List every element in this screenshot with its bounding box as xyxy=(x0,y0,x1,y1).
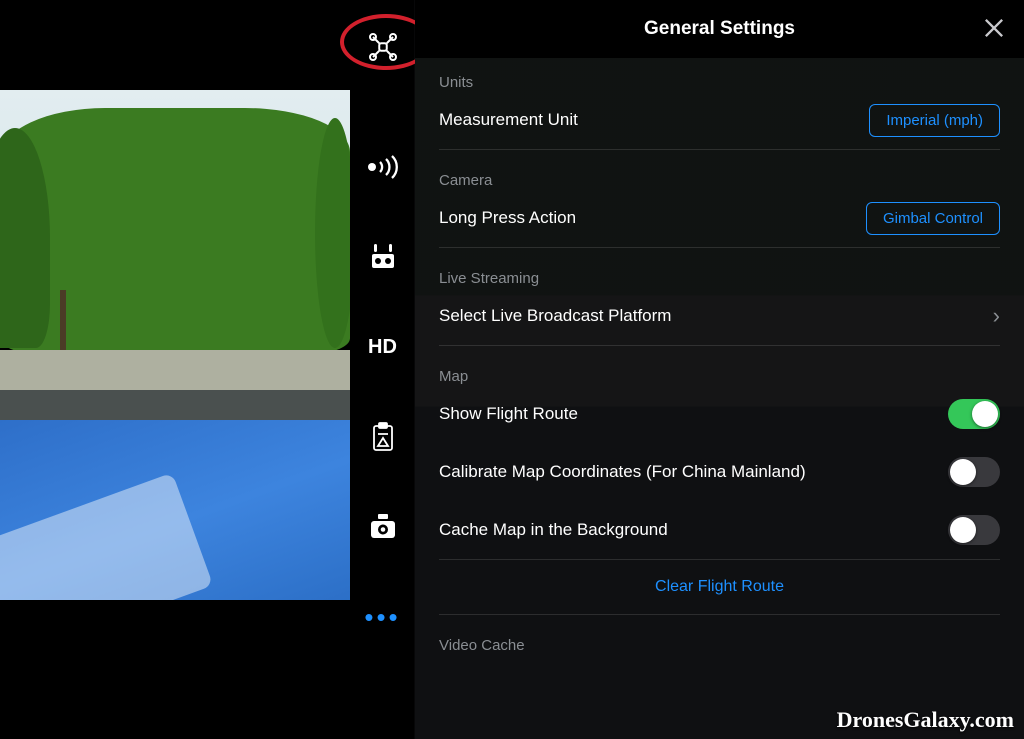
measurement-unit-row[interactable]: Measurement Unit Imperial (mph) xyxy=(415,91,1024,149)
watermark: DronesGalaxy.com xyxy=(837,707,1014,733)
settings-panel: General Settings Units Measurement Unit … xyxy=(415,0,1024,739)
battery-clipboard-icon[interactable] xyxy=(366,420,400,454)
chevron-right-icon: › xyxy=(993,303,1000,329)
camera-feed xyxy=(0,90,350,640)
panel-header: General Settings xyxy=(415,0,1024,58)
close-button[interactable] xyxy=(980,14,1010,44)
show-flight-route-row: Show Flight Route xyxy=(415,385,1024,443)
units-section-label: Units xyxy=(415,58,1024,91)
remote-controller-icon[interactable] xyxy=(366,240,400,274)
tree-trunk xyxy=(60,290,66,350)
app-root: HD ••• General Settings xyxy=(0,0,1024,739)
broadcast-platform-label: Select Live Broadcast Platform xyxy=(439,306,671,326)
show-flight-route-label: Show Flight Route xyxy=(439,404,578,424)
show-flight-route-toggle[interactable] xyxy=(948,399,1000,429)
long-press-row[interactable]: Long Press Action Gimbal Control xyxy=(415,189,1024,247)
feed-bottom-bar xyxy=(0,600,350,640)
camera-section-label: Camera xyxy=(415,150,1024,189)
settings-sidebar: HD ••• xyxy=(350,0,415,739)
cache-map-toggle[interactable] xyxy=(948,515,1000,545)
calibrate-map-label: Calibrate Map Coordinates (For China Mai… xyxy=(439,462,806,482)
toggle-knob xyxy=(972,401,998,427)
live-section-label: Live Streaming xyxy=(415,248,1024,287)
trees-area xyxy=(0,108,350,353)
hd-transmission-icon[interactable]: HD xyxy=(366,330,400,364)
long-press-label: Long Press Action xyxy=(439,208,576,228)
broadcast-platform-row[interactable]: Select Live Broadcast Platform › xyxy=(415,287,1024,345)
page-title: General Settings xyxy=(644,18,795,40)
calibrate-map-row: Calibrate Map Coordinates (For China Mai… xyxy=(415,443,1024,501)
gimbal-camera-icon[interactable] xyxy=(366,510,400,544)
shadow-area xyxy=(0,390,350,420)
video-cache-section-label: Video Cache xyxy=(415,615,1024,654)
measurement-unit-value-button[interactable]: Imperial (mph) xyxy=(869,104,1000,137)
cache-map-label: Cache Map in the Background xyxy=(439,520,668,540)
settings-list: Units Measurement Unit Imperial (mph) Ca… xyxy=(415,58,1024,739)
toggle-knob xyxy=(950,517,976,543)
cache-map-row: Cache Map in the Background xyxy=(415,501,1024,559)
map-section-label: Map xyxy=(415,346,1024,385)
signal-icon[interactable] xyxy=(366,150,400,184)
calibrate-map-toggle[interactable] xyxy=(948,457,1000,487)
clear-flight-route-button[interactable]: Clear Flight Route xyxy=(415,560,1024,614)
long-press-value-button[interactable]: Gimbal Control xyxy=(866,202,1000,235)
measurement-unit-label: Measurement Unit xyxy=(439,110,578,130)
more-icon[interactable]: ••• xyxy=(366,600,400,634)
toggle-knob xyxy=(950,459,976,485)
